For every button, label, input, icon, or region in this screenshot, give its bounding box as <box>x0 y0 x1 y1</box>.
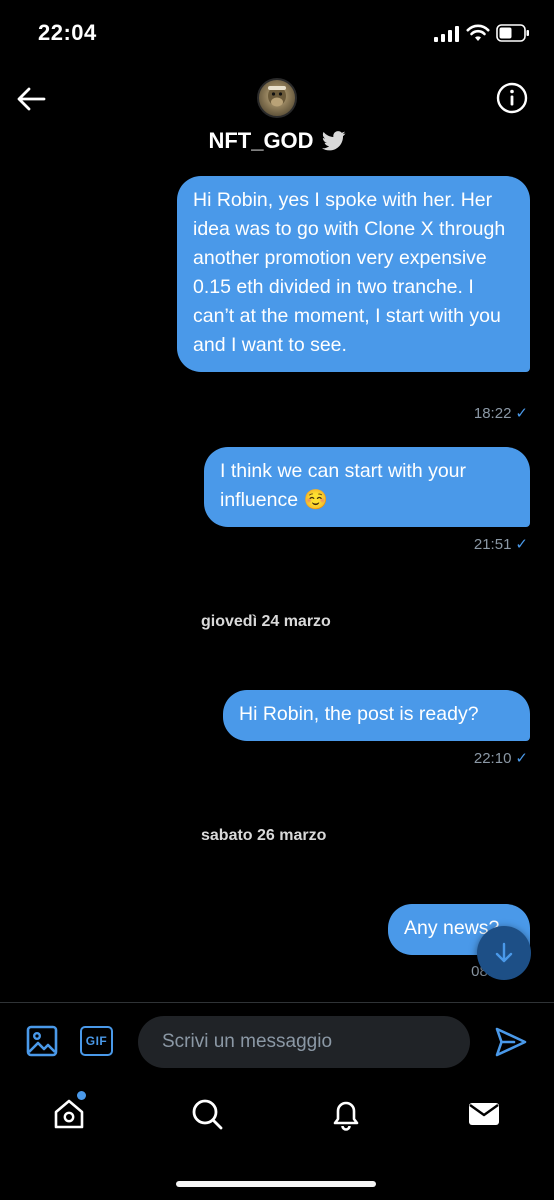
contact-name-row[interactable]: NFT_GOD <box>0 128 554 154</box>
avatar[interactable] <box>257 78 297 118</box>
home-indicator <box>176 1181 376 1187</box>
message-bubble[interactable]: Hi Robin, yes I spoke with her. Her idea… <box>177 176 530 372</box>
mail-icon <box>469 1103 499 1125</box>
message-meta: 18:22 ✓ <box>473 404 528 423</box>
conversation-header: NFT_GOD <box>0 64 554 164</box>
date-separator: giovedì 24 marzo <box>201 613 331 630</box>
message-text: Hi Robin, yes I spoke with her. Her idea… <box>193 189 506 356</box>
message-meta: 21:51 ✓ <box>473 535 528 554</box>
message-time: 22:10 <box>473 749 512 767</box>
message-text: Hi Robin, the post is ready? <box>239 703 479 725</box>
contact-name: NFT_GOD <box>208 128 314 153</box>
checkmark-icon: ✓ <box>515 405 528 422</box>
message-time: 18:22 <box>473 404 512 422</box>
message-time: 21:51 <box>473 535 512 553</box>
twitter-bird-icon <box>321 131 346 151</box>
tab-messages[interactable] <box>464 1094 504 1134</box>
status-time: 22:04 <box>38 20 97 45</box>
message-input[interactable] <box>138 1016 470 1068</box>
cellular-signal-icon <box>434 26 459 42</box>
checkmark-icon: ✓ <box>515 536 528 553</box>
back-button[interactable] <box>14 82 48 116</box>
tab-home[interactable] <box>49 1094 89 1134</box>
message-meta: 22:10 ✓ <box>473 749 528 768</box>
gif-button[interactable]: GIF <box>80 1026 113 1056</box>
arrow-down-icon <box>495 942 513 963</box>
wifi-icon <box>466 24 490 41</box>
notification-dot <box>77 1091 86 1100</box>
status-bar: 22:04 <box>0 0 554 64</box>
checkmark-icon: ✓ <box>515 750 528 767</box>
message-bubble[interactable]: Hi Robin, the post is ready? <box>223 690 530 741</box>
home-icon <box>54 1099 84 1129</box>
scroll-to-bottom-button[interactable] <box>477 926 531 980</box>
ape-avatar-icon <box>268 86 286 107</box>
send-icon[interactable] <box>494 1025 528 1059</box>
search-icon <box>192 1099 223 1130</box>
battery-icon <box>496 24 529 42</box>
bell-icon <box>333 1101 359 1131</box>
message-composer: GIF <box>0 1002 554 1080</box>
message-bubble[interactable]: I think we can start with your influence… <box>204 447 530 527</box>
message-text: I think we can start with your influence… <box>220 460 467 511</box>
info-icon[interactable] <box>496 82 528 114</box>
date-separator: sabato 26 marzo <box>201 827 327 844</box>
tab-notifications[interactable] <box>326 1094 366 1134</box>
tab-search[interactable] <box>187 1094 227 1134</box>
image-icon[interactable] <box>26 1025 58 1057</box>
arrow-left-icon <box>17 87 46 111</box>
